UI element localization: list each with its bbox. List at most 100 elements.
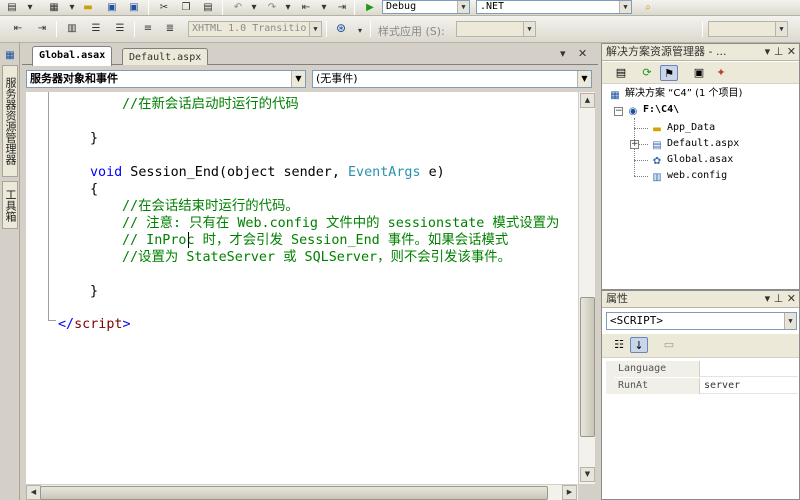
panel-dropdown-icon[interactable]: ▾ xyxy=(765,292,771,305)
navigate-forward-icon[interactable]: ⇥ xyxy=(334,1,350,15)
config-file-icon: ▥ xyxy=(652,172,662,183)
platform-select[interactable]: .NET ▼ xyxy=(476,0,632,14)
solution-icon: ▦ xyxy=(610,90,620,101)
property-row-language[interactable]: Language xyxy=(606,361,798,377)
vertical-scroll-thumb[interactable] xyxy=(580,297,595,437)
view-code-icon[interactable]: ▥ xyxy=(64,22,80,36)
nest-related-files-icon[interactable]: ✦ xyxy=(712,65,730,81)
tree-label: F:\C4\ xyxy=(643,104,680,115)
property-row-runat[interactable]: RunAt server xyxy=(606,378,798,394)
close-icon[interactable]: ✕ xyxy=(787,292,796,305)
tree-item-default-aspx[interactable]: ▤ Default.aspx xyxy=(650,137,739,152)
tab-label: Global.asax xyxy=(39,50,106,61)
undo-icon[interactable]: ↶ xyxy=(230,1,246,15)
standard-toolbar: ▤ ▾ ▦ ▾ ▬ ▣ ▣ ✂ ❐ ▤ ↶ ▾ ↷ ▾ ⇤ ▾ ⇥ ▶ Debu… xyxy=(0,0,800,16)
chevron-down-icon: ▼ xyxy=(784,313,796,329)
solution-config-select[interactable]: Debug ▼ xyxy=(382,0,470,14)
scroll-left-icon[interactable]: ◀ xyxy=(26,485,41,500)
comment-lines-icon[interactable]: ☰ xyxy=(88,22,104,36)
toolbox-tab[interactable]: 工具箱 xyxy=(2,181,18,229)
collapse-icon[interactable]: − xyxy=(614,107,623,116)
style-apply-select[interactable]: ▼ xyxy=(456,21,536,37)
dropdown-arrow-icon[interactable]: ▾ xyxy=(64,1,80,15)
dropdown-arrow-icon[interactable]: ▾ xyxy=(246,1,262,15)
vertical-scrollbar[interactable]: ▲ ▼ xyxy=(578,92,595,484)
target-schema-select[interactable]: ▼ xyxy=(708,21,788,37)
toolbox-label: 工具箱 xyxy=(4,188,17,222)
save-all-icon[interactable]: ▣ xyxy=(126,1,142,15)
panel-window-controls: ▾ ⊥ ✕ xyxy=(765,291,796,307)
cut-icon[interactable]: ✂ xyxy=(156,1,172,15)
save-icon[interactable]: ▣ xyxy=(104,1,120,15)
pin-icon[interactable]: ⊥ xyxy=(774,45,784,58)
chevron-down-icon: ▼ xyxy=(309,22,321,36)
doctype-select[interactable]: XHTML 1.0 Transitio ▼ xyxy=(188,21,322,37)
close-icon[interactable]: ✕ xyxy=(787,45,796,58)
solution-config-value: Debug xyxy=(386,1,417,12)
tab-label: Default.aspx xyxy=(129,52,202,63)
paste-icon[interactable]: ▤ xyxy=(200,1,216,15)
check-accessibility-icon[interactable]: ⊛ xyxy=(332,21,350,37)
horizontal-scroll-thumb[interactable] xyxy=(40,486,548,500)
code-line: } xyxy=(90,284,99,299)
tree-label: App_Data xyxy=(667,122,716,133)
dropdown-arrow-icon[interactable]: ▾ xyxy=(352,24,368,38)
scroll-down-icon[interactable]: ▼ xyxy=(580,467,595,482)
navigate-back-icon[interactable]: ⇤ xyxy=(298,1,314,15)
method-signature-part: e) xyxy=(420,165,445,180)
tree-item-app-data[interactable]: ▬ App_Data xyxy=(650,121,715,136)
panel-title: 属性 xyxy=(606,292,628,305)
tree-solution-node[interactable]: ▦ 解决方案 “C4” (1 个项目) xyxy=(608,87,742,102)
start-debugging-icon[interactable]: ▶ xyxy=(362,1,378,15)
active-files-dropdown-icon[interactable]: ▾ xyxy=(560,47,566,60)
tree-project-node[interactable]: ◉ F:\C4\ xyxy=(626,103,680,118)
scroll-up-icon[interactable]: ▲ xyxy=(580,93,595,108)
object-dropdown[interactable]: 服务器对象和事件 ▼ xyxy=(26,70,306,88)
outdent-icon[interactable]: ⇤ xyxy=(10,22,26,36)
tag-bracket: </ xyxy=(58,317,75,332)
tree-item-global-asax[interactable]: ✿ Global.asax xyxy=(650,153,733,168)
tag-name: script xyxy=(74,317,123,332)
tree-item-web-config[interactable]: ▥ web.config xyxy=(650,169,727,184)
aspx-file-icon: ▤ xyxy=(652,140,662,151)
redo-icon[interactable]: ↷ xyxy=(264,1,280,15)
open-file-icon[interactable]: ▬ xyxy=(80,1,96,15)
copy-icon[interactable]: ❐ xyxy=(178,1,194,15)
show-all-files-icon[interactable]: ⚑ xyxy=(660,65,678,81)
alphabetical-icon[interactable]: ↓ xyxy=(630,337,648,353)
uncomment-lines-icon[interactable]: ☰ xyxy=(112,22,128,36)
server-explorer-tab[interactable]: 服务器资源管理器 xyxy=(2,65,18,177)
property-pages-icon[interactable]: ▭ xyxy=(660,337,678,353)
pin-icon[interactable]: ⊥ xyxy=(774,292,784,305)
categorized-icon[interactable]: ☷ xyxy=(610,337,628,353)
horizontal-scrollbar[interactable]: ◀ ▶ xyxy=(26,484,578,500)
dropdown-arrow-icon[interactable]: ▾ xyxy=(280,1,296,15)
format-selection-icon[interactable]: ≣ xyxy=(162,22,178,36)
code-editor[interactable]: //在新会话启动时运行的代码 } void Session_End(object… xyxy=(26,92,578,484)
panel-dropdown-icon[interactable]: ▾ xyxy=(765,45,771,58)
refresh-icon[interactable]: ⟳ xyxy=(638,65,656,81)
event-dropdown[interactable]: (无事件) ▼ xyxy=(312,70,592,88)
properties-icon[interactable]: ▤ xyxy=(612,65,630,81)
properties-titlebar: 属性 ▾ ⊥ ✕ xyxy=(602,291,799,308)
tab-global-asax[interactable]: Global.asax xyxy=(32,46,113,66)
new-project-icon[interactable]: ▤ xyxy=(4,1,20,15)
scroll-right-icon[interactable]: ▶ xyxy=(562,485,577,500)
property-value[interactable] xyxy=(701,361,798,377)
expand-icon[interactable]: + xyxy=(630,140,639,149)
dropdown-arrow-icon[interactable]: ▾ xyxy=(22,1,38,15)
view-designer-icon[interactable]: ▣ xyxy=(690,65,708,81)
properties-object-select[interactable]: <SCRIPT> ▼ xyxy=(606,312,797,330)
server-explorer-label: 服务器资源管理器 xyxy=(4,77,17,165)
tag-bracket: > xyxy=(122,317,131,332)
left-tool-windows-strip: ▦ 服务器资源管理器 工具箱 xyxy=(0,43,20,500)
chevron-down-icon: ▼ xyxy=(291,71,305,87)
property-value[interactable]: server xyxy=(701,378,798,394)
dropdown-arrow-icon[interactable]: ▾ xyxy=(316,1,332,15)
tab-default-aspx[interactable]: Default.aspx xyxy=(122,48,209,65)
indent-icon[interactable]: ⇥ xyxy=(34,22,50,36)
find-in-files-icon[interactable]: ⌕ xyxy=(640,1,656,15)
add-item-icon[interactable]: ▦ xyxy=(46,1,62,15)
close-document-icon[interactable]: ✕ xyxy=(578,47,587,60)
format-document-icon[interactable]: ≡ xyxy=(140,22,156,36)
